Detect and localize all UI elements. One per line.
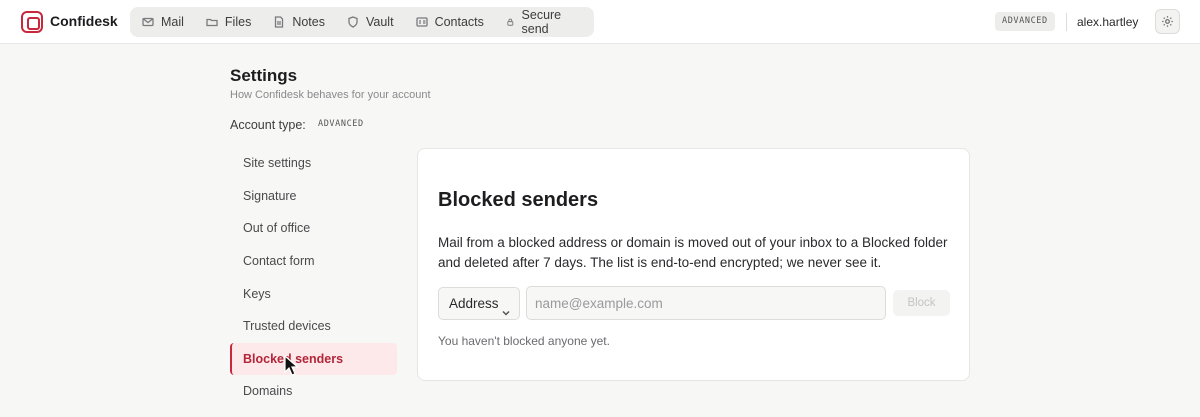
mouse-cursor-icon xyxy=(284,355,300,376)
nav-item-files[interactable]: Files xyxy=(206,15,251,29)
sidebar-item-domains[interactable]: Domains xyxy=(230,375,397,408)
block-button[interactable]: Block xyxy=(893,290,950,316)
gear-icon xyxy=(1162,16,1173,27)
sidebar-item-trusted-devices[interactable]: Trusted devices xyxy=(230,310,397,343)
note-icon xyxy=(275,16,284,28)
sender-type-select[interactable]: Address xyxy=(438,287,520,320)
mail-icon xyxy=(142,17,154,27)
sidebar-item-out-of-office[interactable]: Out of office xyxy=(230,212,397,245)
username[interactable]: alex.hartley xyxy=(1077,15,1138,29)
empty-state-message: You haven't blocked anyone yet. xyxy=(438,334,610,348)
sidebar-item-keys[interactable]: Keys xyxy=(230,277,397,310)
chevron-down-icon xyxy=(501,298,511,316)
contact-card-icon xyxy=(415,17,428,27)
settings-button[interactable] xyxy=(1155,9,1180,34)
nav-item-contacts[interactable]: Contacts xyxy=(415,15,484,29)
folder-icon xyxy=(206,18,218,27)
settings-sidebar: Site settings Signature Out of office Co… xyxy=(230,147,397,408)
sidebar-item-site-settings[interactable]: Site settings xyxy=(230,147,397,180)
sidebar-item-contact-form[interactable]: Contact form xyxy=(230,245,397,278)
page-subtitle: How Confidesk behaves for your account xyxy=(230,89,431,101)
nav-item-secure-send[interactable]: Secure send xyxy=(506,8,572,36)
main-nav: Mail Files Notes Vault Contacts Secure s… xyxy=(130,7,594,37)
page-title: Settings xyxy=(230,66,298,85)
sender-type-value: Address xyxy=(449,296,499,311)
panel-title: Blocked senders xyxy=(438,189,599,211)
header-divider xyxy=(1066,13,1067,31)
confidesk-logo-icon[interactable] xyxy=(21,11,43,33)
nav-item-vault[interactable]: Vault xyxy=(347,15,394,29)
app-name: Confidesk xyxy=(50,13,118,29)
nav-item-mail[interactable]: Mail xyxy=(142,15,184,29)
blocked-senders-panel: Blocked senders Mail from a blocked addr… xyxy=(417,148,970,381)
account-type-label: Account type: xyxy=(230,118,306,132)
account-type-badge: ADVANCED xyxy=(318,119,364,129)
nav-item-notes[interactable]: Notes xyxy=(273,15,325,29)
sidebar-item-signature[interactable]: Signature xyxy=(230,180,397,213)
plan-badge: ADVANCED xyxy=(995,12,1055,31)
shield-icon xyxy=(348,16,358,28)
sidebar-item-blocked-senders[interactable]: Blocked senders xyxy=(230,342,397,376)
blocked-address-input[interactable] xyxy=(526,286,886,320)
panel-description: Mail from a blocked address or domain is… xyxy=(438,235,948,270)
lock-icon xyxy=(507,18,514,26)
top-bar: Confidesk Mail Files Notes Vault Contact… xyxy=(0,0,1200,44)
